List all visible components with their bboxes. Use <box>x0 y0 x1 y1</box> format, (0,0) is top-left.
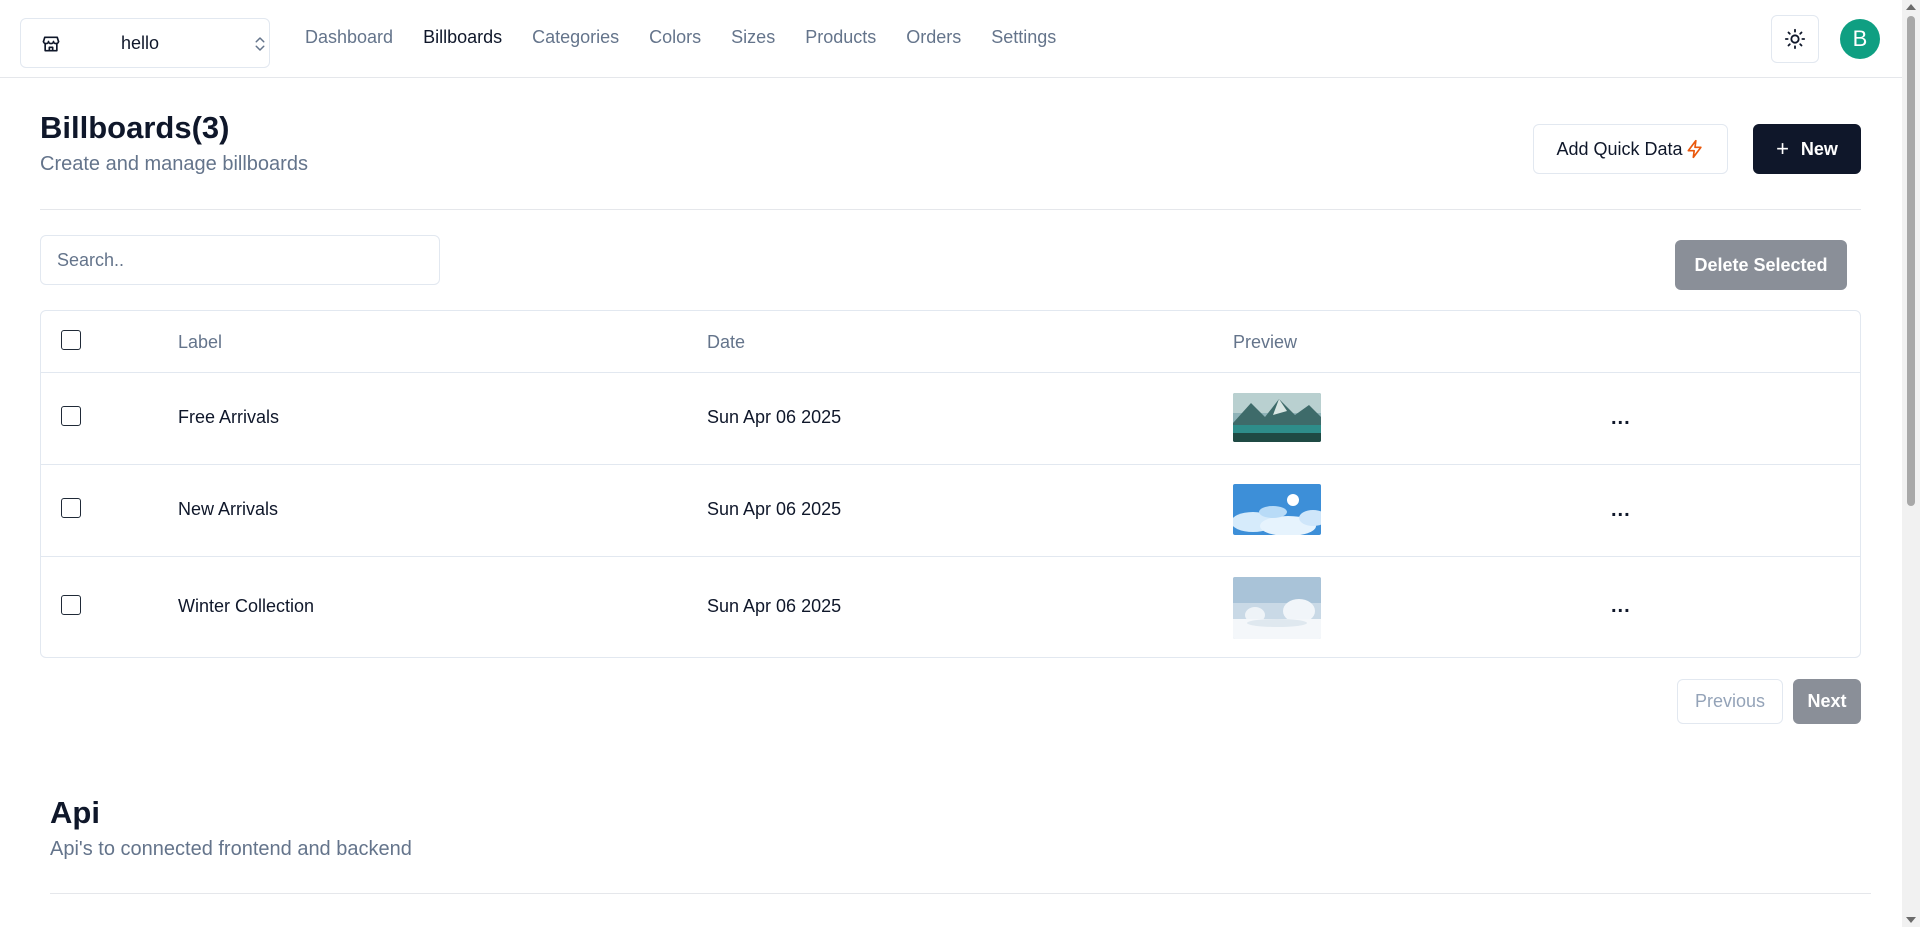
divider <box>40 209 1861 210</box>
next-page-button[interactable]: Next <box>1793 679 1861 724</box>
chevrons-up-down-icon <box>255 37 265 51</box>
add-quick-data-button[interactable]: Add Quick Data <box>1533 124 1728 174</box>
snowy-landscape-image <box>1233 577 1321 639</box>
row-checkbox[interactable] <box>61 406 81 426</box>
api-section-subtitle: Api's to connected frontend and backend <box>50 838 412 860</box>
user-avatar[interactable]: B <box>1840 19 1880 59</box>
scroll-down-arrow-icon[interactable] <box>1906 917 1916 923</box>
delete-selected-button[interactable]: Delete Selected <box>1675 240 1847 290</box>
page-subtitle: Create and manage billboards <box>40 153 308 175</box>
column-header-date: Date <box>707 332 746 352</box>
new-button-label: New <box>1800 138 1838 159</box>
row-actions-menu[interactable]: ... <box>1611 500 1631 520</box>
add-quick-data-label: Add Quick Data <box>1556 138 1683 159</box>
plus-icon: + <box>1776 136 1789 161</box>
divider <box>50 893 1871 894</box>
row-checkbox[interactable] <box>61 595 81 615</box>
row-date: Sun Apr 06 2025 <box>707 596 842 616</box>
scroll-up-arrow-icon[interactable] <box>1906 4 1916 10</box>
top-navbar: hello Dashboard Billboards Categories Co… <box>0 0 1902 78</box>
api-section-title: Api <box>50 795 100 830</box>
nav-sizes[interactable]: Sizes <box>731 27 775 48</box>
row-checkbox[interactable] <box>61 498 81 518</box>
row-date: Sun Apr 06 2025 <box>707 407 842 427</box>
column-header-preview: Preview <box>1233 332 1298 352</box>
billboards-table: Label Date Preview Free Arrivals Sun Apr… <box>40 310 1861 658</box>
row-label: New Arrivals <box>178 499 279 519</box>
main-nav: Dashboard Billboards Categories Colors S… <box>305 27 1086 48</box>
theme-toggle-button[interactable] <box>1771 15 1819 63</box>
nav-orders[interactable]: Orders <box>906 27 961 48</box>
row-label: Winter Collection <box>178 596 315 616</box>
sun-icon <box>1784 28 1806 50</box>
store-icon <box>42 36 60 52</box>
search-input[interactable] <box>40 235 440 285</box>
blue-sky-clouds-image <box>1233 484 1321 535</box>
nav-products[interactable]: Products <box>805 27 876 48</box>
row-actions-menu[interactable]: ... <box>1611 596 1631 616</box>
column-header-label: Label <box>178 332 223 352</box>
nav-billboards[interactable]: Billboards <box>423 27 502 48</box>
mountain-lake-image <box>1233 393 1321 442</box>
scrollbar-thumb[interactable] <box>1907 16 1915 506</box>
zap-icon <box>1687 139 1702 159</box>
store-name: hello <box>121 33 160 53</box>
table-row: Winter Collection Sun Apr 06 2025 ... <box>41 557 1860 657</box>
new-billboard-button[interactable]: + New <box>1753 124 1861 174</box>
table-row: New Arrivals Sun Apr 06 2025 ... <box>41 465 1860 557</box>
row-actions-menu[interactable]: ... <box>1611 408 1631 428</box>
row-date: Sun Apr 06 2025 <box>707 499 842 519</box>
table-row: Free Arrivals Sun Apr 06 2025 ... <box>41 373 1860 465</box>
store-switcher[interactable]: hello <box>20 18 270 68</box>
row-label: Free Arrivals <box>178 407 280 427</box>
previous-page-button[interactable]: Previous <box>1677 679 1783 724</box>
nav-colors[interactable]: Colors <box>649 27 701 48</box>
nav-categories[interactable]: Categories <box>532 27 619 48</box>
table-header: Label Date Preview <box>41 311 1860 373</box>
page-title: Billboards(3) <box>40 110 230 145</box>
nav-dashboard[interactable]: Dashboard <box>305 27 393 48</box>
select-all-checkbox[interactable] <box>61 330 81 350</box>
nav-settings[interactable]: Settings <box>991 27 1056 48</box>
vertical-scrollbar[interactable] <box>1902 0 1920 927</box>
